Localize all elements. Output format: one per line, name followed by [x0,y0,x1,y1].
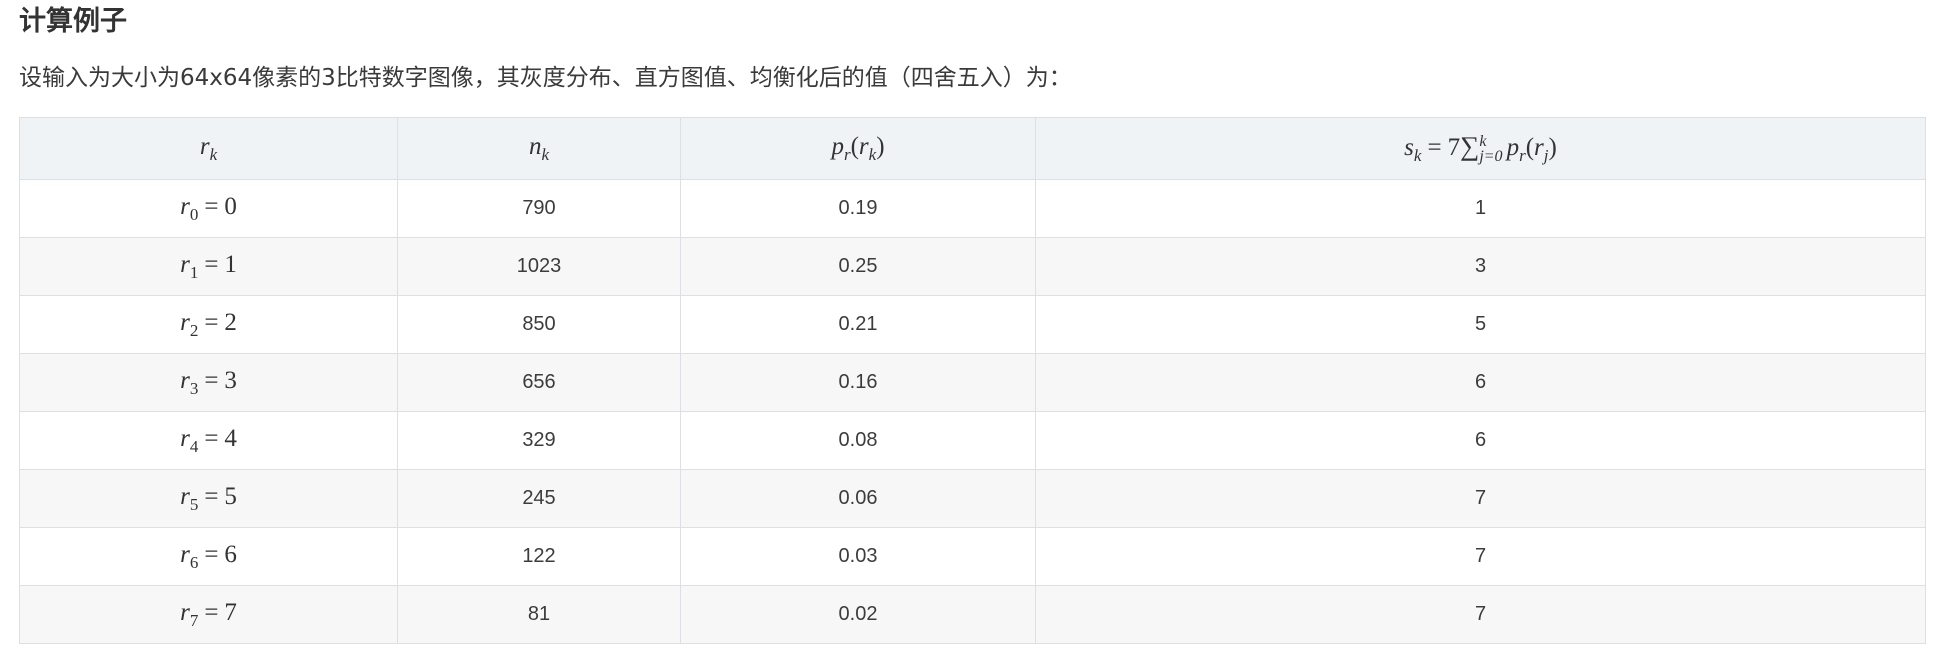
header-pr: pr(rk) [680,117,1036,180]
cell-rk: r7 = 7 [19,585,398,644]
table-row: r5 = 5 245 0.06 7 [19,469,1926,528]
cell-nk: 245 [397,469,681,528]
cell-rk: r1 = 1 [19,237,398,296]
table-row: r2 = 2 850 0.21 5 [19,295,1926,354]
cell-pr: 0.25 [680,237,1036,296]
cell-sk: 7 [1035,585,1926,644]
cell-sk: 6 [1035,411,1926,470]
cell-rk: r3 = 3 [19,353,398,412]
cell-nk: 790 [397,179,681,238]
cell-sk: 3 [1035,237,1926,296]
cell-sk: 1 [1035,179,1926,238]
cell-nk: 81 [397,585,681,644]
table-row: r7 = 7 81 0.02 7 [19,585,1926,644]
table-header-row: rk nk pr(rk) sk = 7∑ k j=0 pr(rj) [19,117,1926,180]
cell-sk: 5 [1035,295,1926,354]
cell-nk: 122 [397,527,681,586]
section-title: 计算例子 [19,6,127,37]
cell-rk: r5 = 5 [19,469,398,528]
cell-rk: r6 = 6 [19,527,398,586]
histogram-equalization-table: rk nk pr(rk) sk = 7∑ k j=0 pr(rj) r0 = 0 790 0.… [19,117,1926,644]
header-nk: nk [397,117,681,180]
cell-pr: 0.08 [680,411,1036,470]
cell-pr: 0.06 [680,469,1036,528]
article-content: 计算例子 设输入为大小为64x64像素的3比特数字图像，其灰度分布、直方图值、均… [19,0,1926,644]
table-row: r1 = 1 1023 0.25 3 [19,237,1926,296]
cell-sk: 7 [1035,469,1926,528]
cell-rk: r2 = 2 [19,295,398,354]
cell-sk: 7 [1035,527,1926,586]
table-row: r0 = 0 790 0.19 1 [19,179,1926,238]
cell-pr: 0.16 [680,353,1036,412]
cell-pr: 0.02 [680,585,1036,644]
table-row: r4 = 4 329 0.08 6 [19,411,1926,470]
cell-nk: 329 [397,411,681,470]
intro-paragraph: 设输入为大小为64x64像素的3比特数字图像，其灰度分布、直方图值、均衡化后的值… [19,65,1072,91]
cell-rk: r4 = 4 [19,411,398,470]
cell-nk: 656 [397,353,681,412]
cell-nk: 850 [397,295,681,354]
cell-rk: r0 = 0 [19,179,398,238]
table-row: r3 = 3 656 0.16 6 [19,353,1926,412]
header-sk: sk = 7∑ k j=0 pr(rj) [1035,117,1926,180]
header-rk: rk [19,117,398,180]
cell-sk: 6 [1035,353,1926,412]
table-row: r6 = 6 122 0.03 7 [19,527,1926,586]
cell-pr: 0.21 [680,295,1036,354]
cell-pr: 0.19 [680,179,1036,238]
cell-pr: 0.03 [680,527,1036,586]
cell-nk: 1023 [397,237,681,296]
